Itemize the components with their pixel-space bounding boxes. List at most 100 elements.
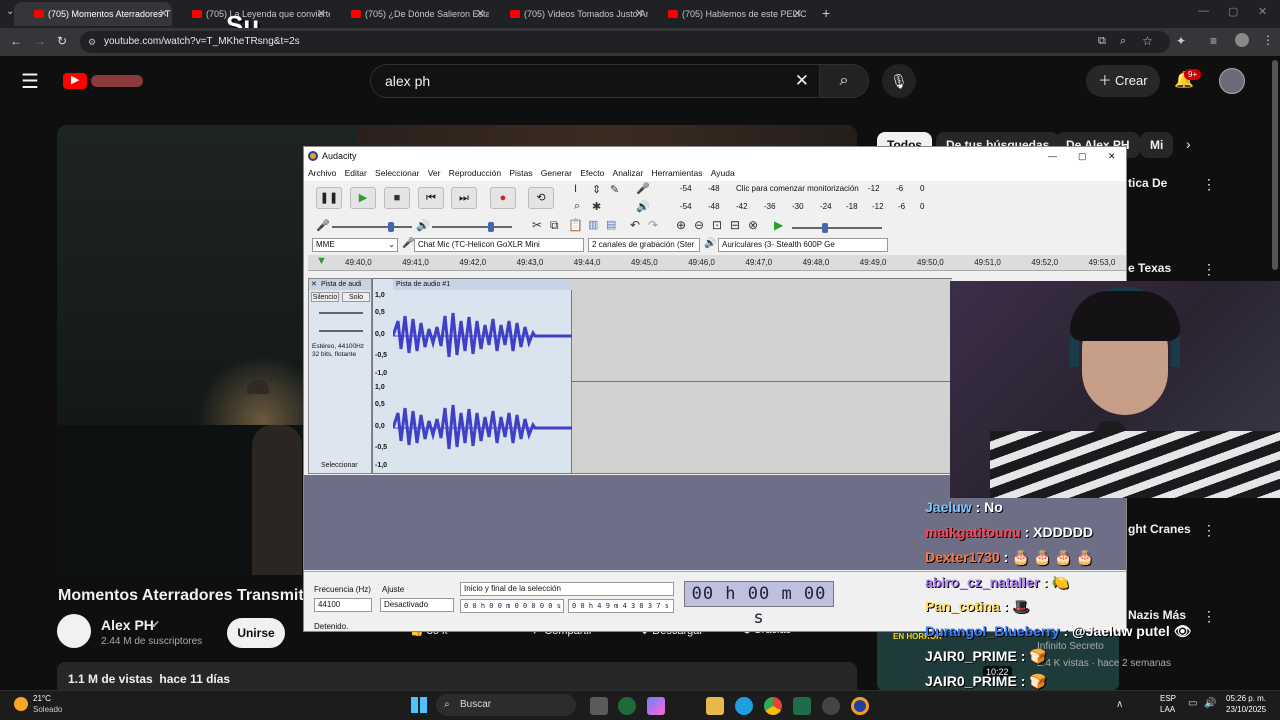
record-meter[interactable]: -54 -48 Clic para comenzar monitorizació… [658,183,928,195]
menu-generate[interactable]: Generar [541,165,572,181]
menu-select[interactable]: Seleccionar [375,165,419,181]
record-volume-slider[interactable] [332,222,412,232]
track-header[interactable]: ✕ Pista de audi [309,279,371,290]
browser-tab[interactable]: (705) Momentos Aterradores T ✕ [14,2,172,26]
selection-tool-icon[interactable]: I [574,183,577,195]
more-options-icon[interactable]: ⋮ [1202,176,1216,193]
taskbar-search[interactable]: ⌕ Buscar [436,694,576,716]
edge-icon[interactable] [735,697,753,715]
more-options-icon[interactable]: ⋮ [1202,522,1216,539]
menu-file[interactable]: Archivo [308,165,336,181]
excel-icon[interactable] [793,697,811,715]
fit-project-icon[interactable]: ⊟ [730,218,740,232]
chrome-icon[interactable] [764,697,782,715]
create-button[interactable]: ＋ Crear [1086,65,1160,97]
waveform-right-channel[interactable] [393,383,573,473]
more-options-icon[interactable]: ⋮ [1202,608,1216,625]
pause-button[interactable]: ❚❚ [316,187,342,209]
bookmark-star-icon[interactable]: ☆ [1142,34,1153,48]
selection-start-field[interactable]: 0 0 h 0 0 m 0 0 0 0 0 s [460,599,564,613]
task-view-icon[interactable] [590,697,608,715]
slider-thumb[interactable] [488,222,494,232]
track-empty-area[interactable] [572,278,952,474]
copy-icon[interactable]: ⧉ [550,218,559,233]
file-explorer-icon[interactable] [706,697,724,715]
menu-tracks[interactable]: Pistas [509,165,532,181]
back-icon[interactable]: ← [10,34,22,48]
chip-more[interactable]: Mi [1140,132,1174,158]
youtube-logo[interactable]: ▶ [63,72,145,90]
join-button[interactable]: Unirse [227,618,285,648]
menu-playback[interactable]: Reproducción [449,165,501,181]
channel-name[interactable]: Alex PH [101,617,154,633]
close-tab-icon[interactable]: ✕ [317,2,326,26]
start-windows-icon[interactable] [411,697,427,713]
url-input[interactable]: ⚙ youtube.com/watch?v=T_MKheTRsng&t=2s [80,31,1170,53]
audio-position-display[interactable]: 00 h 00 m 00 s [684,581,834,628]
close-tab-icon[interactable]: ✕ [476,2,485,26]
undo-icon[interactable]: ↶ [630,218,640,232]
pan-slider[interactable] [319,330,363,332]
output-device-select[interactable]: Auriculares (3- Stealth 600P Ge [718,238,888,252]
weather-condition[interactable]: Soleado [33,705,62,714]
minimize-icon[interactable]: — [1048,147,1057,165]
audacity-taskbar-icon[interactable] [851,697,869,715]
sidebar-video-title[interactable]: ght Cranes [1128,522,1191,536]
browser-tab[interactable]: (705) Hablemos de este PELICU ✕ [648,2,806,26]
clip-title-bar[interactable]: Pista de audio #1 [393,279,573,290]
selection-end-field[interactable]: 0 0 h 4 9 m 4 3 8 3 7 s [568,599,674,613]
channel-avatar[interactable] [57,614,91,648]
menu-edit[interactable]: Editar [345,165,367,181]
loop-button[interactable]: ⟲ [528,187,554,209]
voice-search-button[interactable]: 🎙 [882,64,916,98]
waveform-left-channel[interactable] [393,291,573,381]
skip-start-button[interactable]: ⏮ [418,187,444,209]
menu-help[interactable]: Ayuda [711,165,735,181]
solo-button[interactable]: Solo [342,292,370,302]
weather-temp[interactable]: 21°C [33,694,51,703]
clock-date[interactable]: 23/10/2025 [1226,705,1266,714]
audacity-titlebar[interactable]: Audacity — ▢ ✕ [304,147,1126,165]
project-rate-select[interactable]: 44100 [314,598,372,612]
close-track-icon[interactable]: ✕ [311,279,317,290]
reading-list-icon[interactable]: ≡ [1210,34,1217,48]
audio-host-select[interactable]: MME ⌄ [312,238,398,252]
silence-icon[interactable]: ▤ [606,218,616,231]
close-window-icon[interactable]: ✕ [1108,147,1116,165]
zoom-in-icon[interactable]: ⊕ [676,218,686,232]
record-button[interactable]: ● [490,187,516,209]
app-icon[interactable] [618,697,636,715]
selection-mode-select[interactable]: Inicio y final de la selección [460,582,674,596]
play-at-speed-icon[interactable]: ▶ [774,218,783,232]
profile-icon[interactable] [1235,33,1249,47]
track-select-button[interactable]: Seleccionar [321,462,358,469]
audio-clip[interactable]: Pista de audio #1 1,0 0,5 0,0 -0,5 -1,0 … [372,278,573,474]
playback-volume-slider[interactable] [432,222,512,232]
play-button[interactable]: ▶ [350,187,376,209]
zoom-toggle-icon[interactable]: ⊗ [748,218,758,232]
trim-icon[interactable]: ▥ [588,218,598,231]
new-tab-button[interactable]: + [822,5,830,21]
maximize-icon[interactable]: ▢ [1078,147,1087,165]
envelope-tool-icon[interactable]: ⇕ [592,183,601,196]
tray-overflow-icon[interactable]: ∧ [1116,699,1123,710]
paste-icon[interactable]: 📋 [568,218,583,232]
scrollbar[interactable] [1272,60,1278,270]
multi-tool-icon[interactable]: ✱ [592,200,601,213]
menu-tools[interactable]: Herramientas [651,165,702,181]
menu-effect[interactable]: Efecto [580,165,604,181]
slider-thumb[interactable] [822,223,828,233]
close-tab-icon[interactable]: ✕ [159,2,168,26]
site-info-icon[interactable]: ⚙ [88,31,96,53]
sidebar-video-title[interactable]: tica De [1128,176,1167,190]
maximize-icon[interactable]: ▢ [1228,5,1238,18]
stop-button[interactable]: ■ [384,187,410,209]
zoom-tool-icon[interactable]: ⌕ [574,200,580,213]
search-input[interactable]: alex ph ✕ [370,64,820,98]
skip-end-button[interactable]: ⏭ [451,187,477,209]
sidebar-video-title[interactable]: e Texas [1128,261,1171,275]
close-window-icon[interactable]: ✕ [1258,5,1267,18]
menu-view[interactable]: Ver [428,165,441,181]
track-control-panel[interactable]: ✕ Pista de audi Silencio Solo Estéreo, 4… [308,278,372,474]
keyboard-language[interactable]: ESP [1160,694,1176,703]
